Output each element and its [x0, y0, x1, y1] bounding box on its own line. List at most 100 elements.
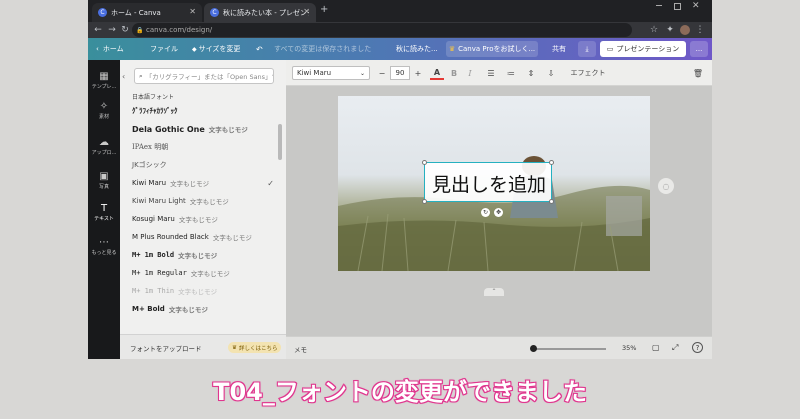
zoom-level[interactable]: 35% — [622, 344, 636, 352]
rail-item-elements[interactable]: ✧ 素材 — [88, 98, 120, 126]
font-item[interactable]: M Plus Rounded Black 文字もじモジ — [132, 228, 278, 246]
vertical-text-icon[interactable]: ⇩ — [544, 66, 558, 80]
work-area: Kiwi Maru ⌄ − 90 + A B I ☰ ≔ ⇕ ⇩ エフェクト 🗑 — [286, 60, 712, 359]
fullscreen-icon[interactable]: ⤢ — [672, 343, 678, 353]
resize-button[interactable]: ◆ サイズを変更 — [192, 38, 240, 60]
extensions-icon[interactable]: ✦ — [664, 23, 676, 37]
close-tab-icon[interactable]: ✕ — [303, 7, 310, 16]
present-label: プレゼンテーション — [616, 45, 680, 53]
url-field[interactable]: 🔒 canva.com/design/ — [132, 23, 632, 37]
rail-item-text[interactable]: T テキスト — [88, 200, 120, 228]
trash-icon[interactable]: 🗑 — [692, 66, 704, 80]
rail-item-uploads[interactable]: ☁ アップロ... — [88, 134, 120, 162]
canva-pro-trial-button[interactable]: ♛ Canva Proをお試しく... — [446, 41, 538, 57]
rail-item-templates[interactable]: ▦ テンプレ... — [88, 68, 120, 96]
font-item[interactable]: JKゴシック — [132, 156, 278, 174]
menu-kebab-icon[interactable]: ⋮ — [694, 23, 706, 37]
font-name: IPAex 明朝 — [132, 143, 169, 151]
zoom-slider-handle[interactable] — [530, 345, 537, 352]
reload-icon[interactable]: ↻ — [119, 23, 131, 37]
text-color-icon[interactable]: A — [430, 66, 444, 80]
font-item[interactable]: Kiwi Maru Light 文字もじモジ — [132, 192, 278, 210]
font-size-input[interactable]: 90 — [390, 66, 410, 80]
more-options-button[interactable]: ... — [690, 41, 708, 57]
document-title[interactable]: 秋に読みた... — [396, 38, 438, 60]
resize-handle[interactable] — [422, 199, 427, 204]
heading-text-box[interactable]: 見出しを追加 — [422, 160, 554, 204]
tab-home[interactable]: C ホーム - Canva ✕ — [92, 3, 202, 22]
bold-button[interactable]: B — [448, 66, 460, 80]
minimize-icon[interactable] — [656, 5, 662, 6]
close-tab-icon[interactable]: ✕ — [189, 7, 196, 16]
zoom-slider[interactable] — [532, 348, 606, 350]
design-canvas[interactable]: 見出しを追加 ↻ ✥ — [338, 96, 650, 271]
notes-button[interactable]: メモ — [294, 344, 307, 354]
resize-handle[interactable] — [422, 160, 427, 165]
font-size-increase-button[interactable]: + — [412, 66, 424, 80]
font-item-selected[interactable]: Kiwi Maru 文字もじモジ ✓ — [132, 174, 278, 192]
font-item[interactable]: Dela Gothic One 文字もじモジ — [132, 120, 278, 138]
font-sample: 文字もじモジ — [212, 234, 252, 242]
font-name: Kiwi Maru Light — [132, 197, 186, 205]
font-item[interactable]: M+ 1m Thin 文字もじモジ — [132, 282, 278, 300]
learn-more-badge[interactable]: ♛ 詳しくはこちら — [228, 342, 282, 353]
back-arrow-icon[interactable]: ← — [92, 23, 104, 37]
font-sample: 文字もじモジ — [189, 198, 229, 206]
crown-icon: ♛ — [232, 344, 237, 351]
font-item[interactable]: M+ 1m Bold 文字もじモジ — [132, 246, 278, 264]
font-search-input[interactable]: ⌕ 「カリグラフィー」または「Open Sans」で検索 — [134, 68, 274, 84]
upload-font-link[interactable]: フォントをアップロード — [130, 343, 202, 353]
resize-handle[interactable] — [549, 199, 554, 204]
chevron-left-icon[interactable]: ‹ — [122, 72, 125, 81]
undo-icon[interactable]: ↶ — [256, 38, 263, 60]
new-tab-button[interactable]: + — [320, 4, 328, 15]
rotate-icon[interactable]: ↻ — [481, 208, 490, 217]
home-label: ホーム — [102, 45, 124, 53]
template-icon: ▦ — [99, 71, 109, 82]
tab-design[interactable]: C 秋に読みたい本 - プレゼンテーション (16:9) ✕ — [204, 3, 316, 22]
rail-item-more[interactable]: ⋯ もっと見る — [88, 234, 120, 262]
side-rail: ▦ テンプレ... ✧ 素材 ☁ アップロ... ▣ 写真 T テキスト ⋯ も… — [88, 60, 120, 359]
maximize-icon[interactable] — [674, 3, 681, 10]
text-toolbar: Kiwi Maru ⌄ − 90 + A B I ☰ ≔ ⇕ ⇩ エフェクト 🗑 — [286, 60, 712, 86]
comment-icon[interactable]: ◌ — [658, 178, 674, 194]
font-item[interactable]: IPAex 明朝 — [132, 138, 278, 156]
chevron-up-icon[interactable]: ⌃ — [484, 288, 504, 296]
badge-label: 詳しくはこちら — [238, 345, 278, 352]
resize-handle[interactable] — [549, 160, 554, 165]
file-menu[interactable]: ファイル — [150, 38, 178, 60]
page-view-icon[interactable]: ▢ — [652, 343, 660, 352]
font-item[interactable]: M+ 1m Regular 文字もじモジ — [132, 264, 278, 282]
effects-button[interactable]: エフェクト — [568, 66, 608, 80]
profile-avatar[interactable] — [680, 25, 690, 35]
pro-label: Canva Proをお試しく... — [458, 45, 536, 53]
editor: ▦ テンプレ... ✧ 素材 ☁ アップロ... ▣ 写真 T テキスト ⋯ も… — [88, 60, 712, 359]
share-button[interactable]: 共有 — [542, 41, 576, 57]
help-button[interactable]: ? — [692, 342, 703, 353]
tab-bar: C ホーム - Canva ✕ C 秋に読みたい本 - プレゼンテーション (1… — [88, 0, 712, 22]
font-item[interactable]: ｸﾞﾗﾌｨﾁｬｶﾗｿﾞｯｸ — [132, 102, 278, 120]
font-size-decrease-button[interactable]: − — [376, 66, 388, 80]
spacing-icon[interactable]: ⇕ — [524, 66, 538, 80]
rail-item-photos[interactable]: ▣ 写真 — [88, 168, 120, 196]
align-center-icon[interactable]: ☰ — [484, 66, 498, 80]
present-button[interactable]: ▭ プレゼンテーション — [600, 41, 686, 57]
star-icon[interactable]: ☆ — [648, 23, 660, 37]
resize-label: サイズを変更 — [198, 45, 241, 53]
font-family-select[interactable]: Kiwi Maru ⌄ — [292, 66, 370, 80]
forward-arrow-icon[interactable]: → — [106, 23, 118, 37]
chevron-left-icon: ‹ — [96, 45, 99, 53]
move-icon[interactable]: ✥ — [494, 208, 503, 217]
font-sample: 文字もじモジ — [178, 216, 218, 224]
list-icon[interactable]: ≔ — [504, 66, 518, 80]
rail-label: テンプレ... — [91, 84, 117, 90]
heading-text[interactable]: 見出しを追加 — [425, 163, 553, 203]
font-item[interactable]: Kosugi Maru 文字もじモジ — [132, 210, 278, 228]
home-link[interactable]: ‹ ホーム — [96, 38, 124, 60]
close-window-icon[interactable]: ✕ — [692, 1, 700, 11]
font-list-scrollbar[interactable] — [278, 124, 282, 160]
font-name: M+ Bold — [132, 305, 165, 313]
italic-button[interactable]: I — [464, 66, 476, 80]
font-item[interactable]: M+ Bold 文字もじモジ — [132, 300, 278, 318]
download-icon[interactable]: ⤓ — [578, 41, 596, 57]
